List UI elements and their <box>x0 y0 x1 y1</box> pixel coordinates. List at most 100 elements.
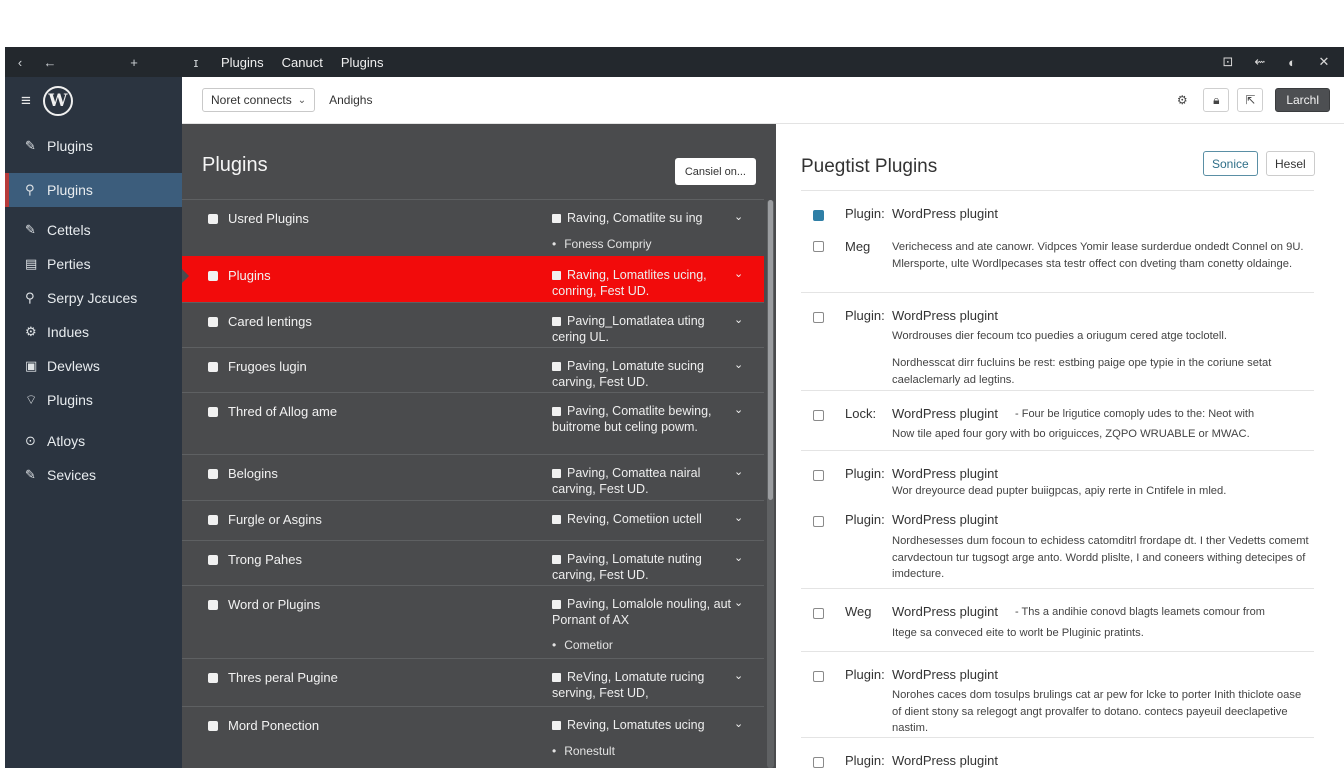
table-row[interactable]: Trong Pahes Paving, Lomatute nuting carv… <box>182 540 764 585</box>
item-checkbox[interactable] <box>813 470 824 481</box>
item-checkbox[interactable] <box>813 241 824 252</box>
item-plugin: WordPress plugint <box>892 406 998 421</box>
export-icon[interactable]: ⇱ <box>1237 88 1264 112</box>
scrollbar[interactable] <box>767 200 774 768</box>
minimize-icon[interactable]: ⇜ <box>1244 54 1276 70</box>
table-row[interactable]: Furgle or Asgins Reving, Cometiion uctel… <box>182 500 764 540</box>
breadcrumb-plugins-2[interactable]: Plugins <box>341 55 384 70</box>
sidebar-item-perties[interactable]: ▤ Perties <box>5 247 182 281</box>
back-icon[interactable]: ‹ <box>5 55 35 70</box>
chevron-down-icon[interactable]: ⌄ <box>734 267 743 280</box>
plugin-desc: Paving, Comatlite bewing, buitrome but c… <box>552 404 712 434</box>
breadcrumb-plugins[interactable]: Plugins <box>221 55 264 70</box>
row-checkbox[interactable] <box>208 555 218 565</box>
chevron-down-icon[interactable]: ⌄ <box>734 669 743 682</box>
chevron-down-icon[interactable]: ⌄ <box>734 465 743 478</box>
chevron-down-icon[interactable]: ⌄ <box>734 358 743 371</box>
list-item[interactable]: Plugin: WordPress plugint Wordrouses die… <box>801 292 1314 390</box>
row-checkbox[interactable] <box>208 469 218 479</box>
list-item[interactable]: Lock: WordPress plugint - Four be lrigut… <box>801 390 1314 450</box>
row-checkbox[interactable] <box>208 407 218 417</box>
table-row[interactable]: Mord Ponection Reving, Lomatutes ucing R… <box>182 706 764 768</box>
menu-icon[interactable]: ≡ <box>21 91 31 111</box>
table-row[interactable]: Frugoes lugin Paving, Lomatute sucing ca… <box>182 347 764 392</box>
table-row[interactable]: Thred of Allog ame Paving, Comatlite bew… <box>182 392 764 454</box>
sidebar-item-atloys[interactable]: ⊙ Atloys <box>5 424 182 458</box>
list-item[interactable]: Meg Verichecess and ate canowr. Vidpces … <box>801 236 1314 292</box>
chevron-down-icon[interactable]: ⌄ <box>734 596 743 609</box>
settings-icon[interactable]: ⚙ <box>1169 88 1195 112</box>
table-row[interactable]: Belogins Paving, Comattea nairal carving… <box>182 454 764 500</box>
chevron-down-icon[interactable]: ⌄ <box>734 551 743 564</box>
list-item[interactable]: Plugin: WordPress plugint Wor dreyource … <box>801 450 1314 497</box>
list-item[interactable]: Plugin: WordPress plugint Norohes caces … <box>801 651 1314 737</box>
row-checkbox[interactable] <box>208 317 218 327</box>
wordpress-logo-icon[interactable]: W <box>42 86 73 116</box>
list-item[interactable]: Plugin: WordPress plugint Nordhesesses d… <box>801 497 1314 588</box>
sidebar-item-label: Sevices <box>47 467 97 483</box>
plugin-desc: ReVing, Lomatute rucing serving, Fest UD… <box>552 670 705 700</box>
table-row[interactable]: Usred Plugins Raving, Comatlite su ing F… <box>182 199 764 256</box>
sidebar-item-plugins-3[interactable]: ⌔ Plugins <box>5 383 182 417</box>
sidebar-item-sevices[interactable]: ✎ Sevices <box>5 458 182 492</box>
launch-button[interactable]: Larchl <box>1275 88 1330 112</box>
plugin-desc: Paving, Lomatute nuting carving, Fest UD… <box>552 552 702 582</box>
chevron-down-icon[interactable]: ⌄ <box>734 313 743 326</box>
row-checkbox[interactable] <box>208 600 218 610</box>
chevron-down-icon[interactable]: ⌄ <box>734 717 743 730</box>
window-icon[interactable]: ⊡ <box>1212 54 1244 70</box>
item-desc: Itege sa conveced eite to worlt be Plugi… <box>892 627 1144 639</box>
list-item[interactable]: Weg WordPress plugint - Ths a andihie co… <box>801 588 1314 651</box>
lock-icon[interactable]: 🔒︎ <box>1203 88 1230 112</box>
theme-icon[interactable]: ◐ <box>1276 55 1308 70</box>
connection-select[interactable]: Noret connects ⌄ <box>202 88 316 112</box>
row-checkbox[interactable] <box>208 515 218 525</box>
item-checkbox[interactable] <box>813 210 824 221</box>
sidebar-item-devlews[interactable]: ▣ Devlews <box>5 349 182 383</box>
sidebar-item-cettels[interactable]: ✎ Cettels <box>5 213 182 247</box>
cancel-button[interactable]: Cansiel on... <box>674 158 756 185</box>
row-checkbox[interactable] <box>208 362 218 372</box>
chevron-down-icon[interactable]: ⌄ <box>734 210 743 223</box>
item-type: Lock: <box>845 406 877 421</box>
row-checkbox[interactable] <box>208 721 218 731</box>
sidebar-item-serpy[interactable]: ⚲ Serpy Jcεuces <box>5 281 182 315</box>
list-item[interactable]: Plugin: WordPress plugint <box>801 190 1314 236</box>
add-icon[interactable]: + <box>119 55 149 70</box>
plugin-icon: ⚲ <box>25 182 35 197</box>
sidebar-item-label: Plugins <box>47 392 93 408</box>
row-checkbox[interactable] <box>208 271 218 281</box>
sidebar-item-indues[interactable]: ⚙ Indues <box>5 315 182 349</box>
table-row[interactable]: Word or Plugins Paving, Lomalole nouling… <box>182 585 764 658</box>
sidebar: ≡ W ✎ Plugins ⚲ Plugins ✎ Cettels ▤ Perties … <box>5 77 190 768</box>
item-checkbox[interactable] <box>813 757 824 768</box>
close-icon[interactable]: ✕ <box>1308 54 1340 70</box>
panel-title: Puegtist Plugins <box>801 156 938 177</box>
sidebar-item-plugins-active[interactable]: ⚲ Plugins <box>5 173 190 207</box>
chevron-down-icon[interactable]: ⌄ <box>734 403 743 416</box>
item-checkbox[interactable] <box>813 671 824 682</box>
reset-button[interactable]: Hesel <box>1266 151 1315 176</box>
item-checkbox[interactable] <box>813 608 824 619</box>
item-checkbox[interactable] <box>813 516 824 527</box>
item-checkbox[interactable] <box>813 410 824 421</box>
scrollbar-thumb[interactable] <box>768 200 773 500</box>
item-type: Plugin: <box>845 512 885 527</box>
top-bar: ‹ ← + ɪ Plugins Canuct Plugins ⊡ ⇜ ◐ ✕ <box>5 47 1344 77</box>
breadcrumb-canuct[interactable]: Canuct <box>282 55 323 70</box>
sidebar-item-plugins[interactable]: ✎ Plugins <box>5 129 182 163</box>
item-checkbox[interactable] <box>813 312 824 323</box>
arrow-left-icon[interactable]: ← <box>35 55 65 70</box>
table-row-selected[interactable]: Plugins Raving, Lomatlites ucing, conrin… <box>182 256 764 302</box>
row-checkbox[interactable] <box>208 214 218 224</box>
tool-icon: ✎ <box>25 467 36 482</box>
plugin-desc: Paving, Lomalole nouling, aut Pornant of… <box>552 597 732 627</box>
sonice-button[interactable]: Sonice <box>1203 151 1258 176</box>
table-row[interactable]: Cared lentings Paving_Lomatlatea uting c… <box>182 302 764 347</box>
row-checkbox[interactable] <box>208 673 218 683</box>
list-item[interactable]: Plugin: WordPress plugint <box>801 737 1314 768</box>
chevron-down-icon[interactable]: ⌄ <box>734 511 743 524</box>
item-type: Plugin: <box>845 206 885 221</box>
plugin-desc: Reving, Cometiion uctell <box>552 512 732 528</box>
table-row[interactable]: Thres peral Pugine ReVing, Lomatute ruci… <box>182 658 764 706</box>
